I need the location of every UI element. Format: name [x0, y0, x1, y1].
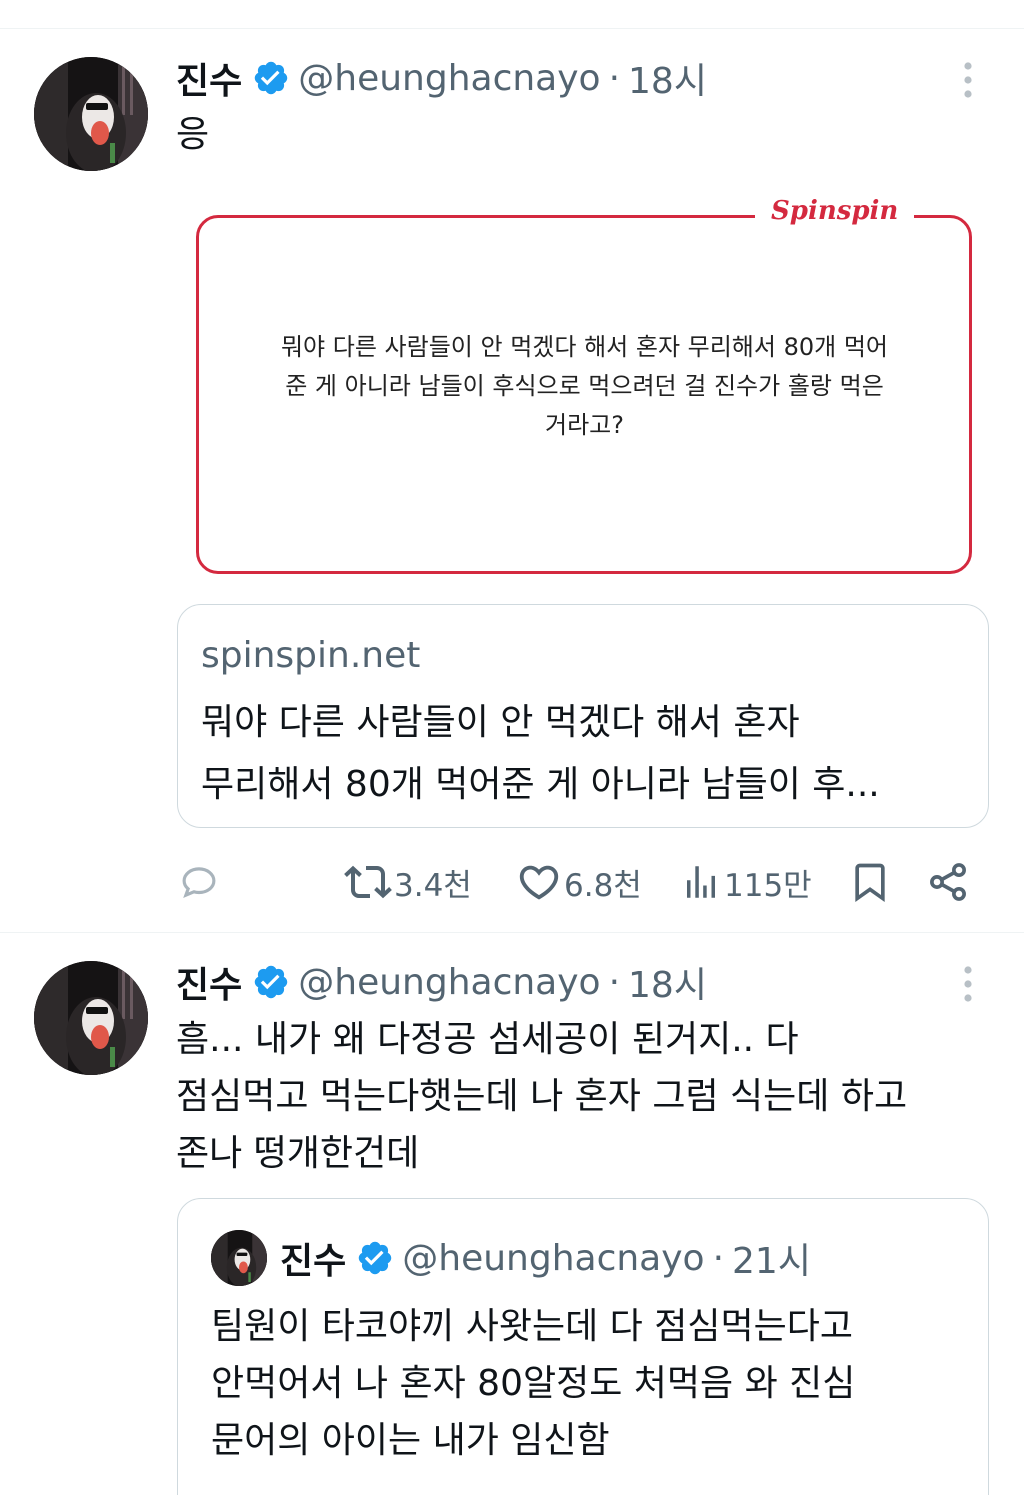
verified-badge-icon — [255, 61, 288, 95]
separator-dot: · — [712, 1237, 725, 1279]
action-bar: 3.4천 6.8천 115만 — [0, 856, 1024, 908]
verified-badge-icon — [359, 1241, 392, 1275]
quoted-avatar-image — [211, 1230, 267, 1286]
tweet-text: 흠... 내가 왜 다정공 섬세공이 된거지.. 다 점심먹고 먹는다햇는데 나… — [176, 1011, 907, 1182]
link-title-line: 뭐야 다른 사람들이 안 먹겠다 해서 혼자 — [201, 702, 800, 743]
quoted-display-name: 진수 — [280, 1241, 347, 1282]
retweet-count: 3.4천 — [394, 867, 472, 904]
share-icon — [930, 863, 966, 901]
avatar[interactable] — [34, 961, 148, 1075]
reply-icon — [182, 867, 216, 898]
quoted-text-line: 안먹어서 나 혼자 80알정도 처먹음 와 진심 — [211, 1363, 856, 1404]
link-title-line: 무리해서 80개 먹어준 게 아니라 남들이 후... — [201, 764, 880, 805]
top-divider — [0, 28, 1024, 29]
separator-dot: · — [608, 57, 621, 99]
avatar-image — [34, 57, 148, 171]
bookmark-button[interactable] — [848, 856, 892, 908]
avatar[interactable] — [34, 57, 148, 171]
image-caption-line: 준 게 아니라 남들이 후식으로 먹으려던 걸 진수가 홀랑 먹은 — [285, 372, 884, 400]
tweet-divider — [0, 932, 1024, 933]
tweet-text-line: 흠... 내가 왜 다정공 섬세공이 된거지.. 다 — [176, 1019, 799, 1060]
tweet-text: 응 — [176, 114, 210, 155]
quoted-text-line: 팀원이 타코야끼 사왓는데 다 점심먹는다고 — [211, 1306, 853, 1347]
link-title: 뭐야 다른 사람들이 안 먹겠다 해서 혼자 무리해서 80개 먹어준 게 아니… — [201, 692, 880, 816]
user-handle[interactable]: @heunghacnayo — [298, 962, 600, 1003]
reply-button[interactable] — [178, 856, 220, 908]
retweet-icon — [344, 865, 392, 899]
display-name[interactable]: 진수 — [176, 956, 242, 1008]
image-caption-line: 뭐야 다른 사람들이 안 먹겠다 해서 혼자 무리해서 80개 먹어 — [280, 333, 889, 361]
image-caption: 뭐야 다른 사람들이 안 먹겠다 해서 혼자 무리해서 80개 먹어 준 게 아… — [207, 328, 962, 445]
views-count: 115만 — [724, 867, 812, 904]
timestamp[interactable]: 18시 — [628, 52, 707, 104]
brand-logo: Spinspin — [755, 196, 915, 226]
quoted-tweet-text: 팀원이 타코야끼 사왓는데 다 점심먹는다고 안먹어서 나 혼자 80알정도 처… — [211, 1298, 855, 1469]
heart-icon — [519, 865, 559, 900]
display-name[interactable]: 진수 — [176, 52, 242, 104]
separator-dot: · — [608, 961, 621, 1003]
quoted-timestamp: 21시 — [732, 1241, 811, 1282]
verified-badge-icon — [255, 965, 288, 999]
quoted-avatar — [211, 1230, 267, 1286]
link-preview-card[interactable]: spinspin.net 뭐야 다른 사람들이 안 먹겠다 해서 혼자 무리해서… — [177, 604, 989, 828]
share-button[interactable] — [926, 856, 970, 908]
image-caption-line: 거라고? — [545, 411, 624, 439]
more-vertical-icon[interactable] — [958, 964, 978, 1004]
like-button[interactable]: 6.8천 — [516, 856, 642, 908]
tweet-image[interactable]: Spinspin 뭐야 다른 사람들이 안 먹겠다 해서 혼자 무리해서 80개… — [177, 180, 989, 590]
tweet-text-line: 점심먹고 먹는다햇는데 나 혼자 그럼 식는데 하고 — [176, 1076, 908, 1117]
tweet-header: 진수 @heunghacnayo · 18시 — [176, 48, 707, 108]
more-vertical-icon[interactable] — [958, 60, 978, 100]
views-button[interactable]: 115만 — [680, 856, 812, 908]
quoted-text-line: 문어의 아이는 내가 임신함 — [211, 1420, 610, 1461]
timestamp[interactable]: 18시 — [628, 956, 707, 1008]
bookmark-icon — [855, 863, 885, 903]
retweet-button[interactable]: 3.4천 — [344, 856, 472, 908]
avatar-image — [34, 961, 148, 1075]
quoted-tweet-header: 진수 @heunghacnayo · 21시 — [280, 1230, 811, 1286]
link-domain: spinspin.net — [201, 635, 421, 676]
views-chart-icon — [687, 866, 715, 898]
like-count: 6.8천 — [564, 867, 642, 904]
tweet-header: 진수 @heunghacnayo · 18시 — [176, 952, 707, 1012]
tweet-text-line: 존나 떵개한건데 — [176, 1133, 420, 1174]
user-handle[interactable]: @heunghacnayo — [298, 58, 600, 99]
quoted-user-handle: @heunghacnayo — [402, 1237, 705, 1279]
